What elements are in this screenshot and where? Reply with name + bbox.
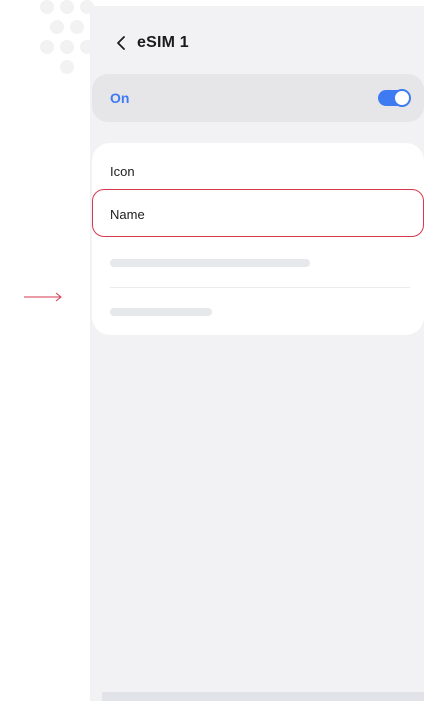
placeholder-line [110,259,310,267]
toggle-state-label: On [110,90,130,106]
esim-toggle-row[interactable]: On [92,74,424,122]
arrow-right-icon [24,292,62,302]
esim-settings-screen: eSIM 1 On Icon Name [90,6,424,701]
esim-toggle-switch[interactable] [378,89,411,107]
header: eSIM 1 [90,6,424,72]
settings-item-name[interactable]: Name [110,207,145,222]
settings-card: Icon Name [92,143,424,335]
page-title: eSIM 1 [137,34,189,51]
chevron-left-icon[interactable] [114,34,128,52]
divider [110,287,410,288]
screen-bottom-bar [102,692,424,701]
settings-item-icon[interactable]: Icon [110,164,135,179]
placeholder-line [110,308,212,316]
toggle-knob [393,89,411,107]
